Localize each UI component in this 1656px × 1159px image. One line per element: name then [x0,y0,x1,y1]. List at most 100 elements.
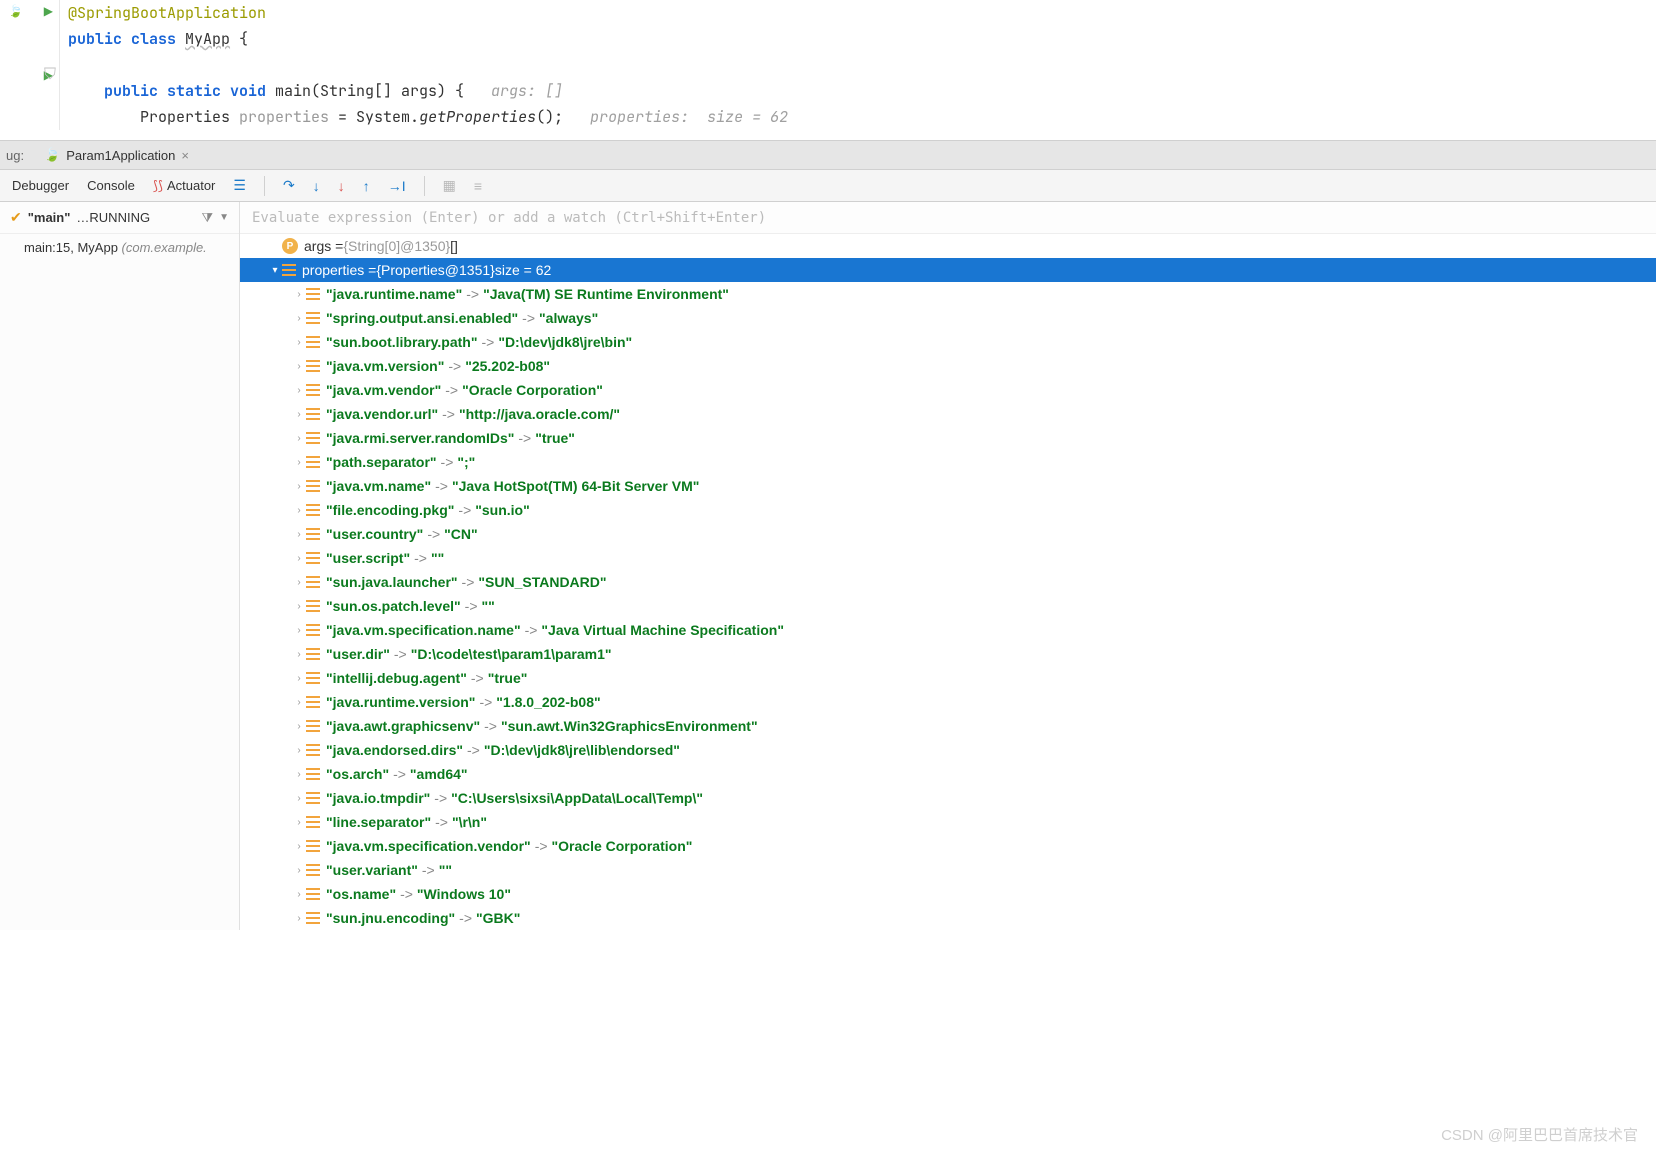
map-entry-row[interactable]: ›"sun.jnu.encoding" -> "GBK" [240,906,1656,930]
chevron-right-icon[interactable]: › [292,841,306,852]
debug-toolbar: Debugger Console ⟆⟆ Actuator ☰ ↷ ↓ ↓ ↑ →… [0,170,1656,202]
var-properties-row[interactable]: ▾ properties = {Properties@1351} size = … [240,258,1656,282]
entry-key: "sun.os.patch.level" [326,598,461,614]
toolbar-separator-2 [424,176,425,196]
run-class-icon[interactable]: ▶ [44,4,53,18]
thread-dropdown-icon[interactable]: ▼ [219,212,229,223]
chevron-right-icon[interactable]: › [292,745,306,756]
chevron-right-icon[interactable]: › [292,865,306,876]
chevron-right-icon[interactable]: › [292,409,306,420]
map-entry-row[interactable]: ›"path.separator" -> ";" [240,450,1656,474]
map-entry-row[interactable]: ›"user.country" -> "CN" [240,522,1656,546]
force-step-into-icon[interactable]: ↓ [338,178,345,194]
chevron-right-icon[interactable]: › [292,697,306,708]
arrow-separator: -> [418,862,439,878]
tab-actuator[interactable]: ⟆⟆ Actuator [153,178,216,194]
arrow-separator: -> [514,430,535,446]
chevron-right-icon[interactable]: › [292,793,306,804]
var-args-row[interactable]: P args = {String[0]@1350} [] [240,234,1656,258]
arrow-separator: -> [461,598,482,614]
run-prefix: ug: [6,148,24,163]
chevron-right-icon[interactable]: › [292,553,306,564]
map-entry-row[interactable]: ›"intellij.debug.agent" -> "true" [240,666,1656,690]
map-entry-row[interactable]: ›"java.vm.specification.vendor" -> "Orac… [240,834,1656,858]
chevron-right-icon[interactable]: › [292,529,306,540]
map-entry-row[interactable]: ›"os.name" -> "Windows 10" [240,882,1656,906]
map-entry-row[interactable]: ›"java.vm.vendor" -> "Oracle Corporation… [240,378,1656,402]
map-entry-row[interactable]: ›"java.endorsed.dirs" -> "D:\dev\jdk8\jr… [240,738,1656,762]
threads-icon[interactable]: ☰ [233,177,246,194]
map-entry-row[interactable]: ›"java.runtime.name" -> "Java(TM) SE Run… [240,282,1656,306]
chevron-right-icon[interactable]: › [292,433,306,444]
step-over-icon[interactable]: ↷ [283,177,295,194]
run-to-cursor-icon[interactable]: →I [388,178,406,194]
arrow-separator: -> [458,574,479,590]
entry-icon [306,816,320,828]
tab-console[interactable]: Console [87,178,135,193]
chevron-right-icon[interactable]: › [292,481,306,492]
map-entry-row[interactable]: ›"sun.os.patch.level" -> "" [240,594,1656,618]
map-entry-row[interactable]: ›"spring.output.ansi.enabled" -> "always… [240,306,1656,330]
code-content[interactable]: @SpringBootApplication public class MyAp… [60,0,1656,130]
entry-value: "Oracle Corporation" [552,838,693,854]
evaluate-icon[interactable]: ▦ [443,177,456,194]
entry-key: "user.variant" [326,862,418,878]
entry-key: "os.arch" [326,766,389,782]
chevron-right-icon[interactable]: › [292,601,306,612]
map-entry-row[interactable]: ›"java.vm.specification.name" -> "Java V… [240,618,1656,642]
thread-selector[interactable]: ✔ "main" …RUNNING ⧩ ▼ [0,202,239,234]
entry-key: "java.runtime.version" [326,694,475,710]
chevron-right-icon[interactable]: › [292,577,306,588]
chevron-right-icon[interactable]: › [292,385,306,396]
chevron-right-icon[interactable]: › [292,913,306,924]
chevron-right-icon[interactable]: › [292,289,306,300]
map-entry-row[interactable]: ›"java.vm.name" -> "Java HotSpot(TM) 64-… [240,474,1656,498]
map-entry-row[interactable]: ›"sun.boot.library.path" -> "D:\dev\jdk8… [240,330,1656,354]
evaluate-input[interactable]: Evaluate expression (Enter) or add a wat… [252,210,1644,226]
run-tab[interactable]: 🍃 Param1Application × [36,143,197,167]
map-entry-row[interactable]: ›"os.arch" -> "amd64" [240,762,1656,786]
map-entry-row[interactable]: ›"java.awt.graphicsenv" -> "sun.awt.Win3… [240,714,1656,738]
chevron-down-icon[interactable]: ▾ [268,265,282,276]
filter-icon[interactable]: ⧩ [201,210,213,226]
map-entry-row[interactable]: ›"file.encoding.pkg" -> "sun.io" [240,498,1656,522]
entry-key: "java.vendor.url" [326,406,438,422]
close-tab-icon[interactable]: × [181,148,189,163]
chevron-right-icon[interactable]: › [292,673,306,684]
chevron-right-icon[interactable]: › [292,361,306,372]
chevron-right-icon[interactable]: › [292,337,306,348]
entry-value: "" [431,550,444,566]
arrow-separator: -> [431,814,452,830]
stack-frame-row[interactable]: main:15, MyApp (com.example. [0,234,239,261]
map-entry-row[interactable]: ›"java.io.tmpdir" -> "C:\Users\sixsi\App… [240,786,1656,810]
arrow-separator: -> [396,886,417,902]
trace-icon[interactable]: ≡ [474,178,482,194]
map-entry-row[interactable]: ›"user.script" -> "" [240,546,1656,570]
tab-debugger[interactable]: Debugger [12,178,69,193]
chevron-right-icon[interactable]: › [292,457,306,468]
evaluate-bar[interactable]: Evaluate expression (Enter) or add a wat… [240,202,1656,234]
chevron-right-icon[interactable]: › [292,649,306,660]
step-out-icon[interactable]: ↑ [363,178,370,194]
chevron-right-icon[interactable]: › [292,505,306,516]
entry-value: "\r\n" [452,814,487,830]
chevron-right-icon[interactable]: › [292,889,306,900]
map-entry-row[interactable]: ›"sun.java.launcher" -> "SUN_STANDARD" [240,570,1656,594]
entry-value: "GBK" [476,910,520,926]
map-entry-row[interactable]: ›"java.vm.version" -> "25.202-b08" [240,354,1656,378]
chevron-right-icon[interactable]: › [292,313,306,324]
map-entry-row[interactable]: ›"user.dir" -> "D:\code\test\param1\para… [240,642,1656,666]
map-entry-row[interactable]: ›"java.runtime.version" -> "1.8.0_202-b0… [240,690,1656,714]
chevron-right-icon[interactable]: › [292,769,306,780]
map-entry-row[interactable]: ›"java.vendor.url" -> "http://java.oracl… [240,402,1656,426]
step-into-icon[interactable]: ↓ [313,178,320,194]
entry-icon [306,672,320,684]
entry-value: "C:\Users\sixsi\AppData\Local\Temp\" [451,790,703,806]
chevron-right-icon[interactable]: › [292,721,306,732]
map-entry-row[interactable]: ›"java.rmi.server.randomIDs" -> "true" [240,426,1656,450]
map-entry-row[interactable]: ›"user.variant" -> "" [240,858,1656,882]
chevron-right-icon[interactable]: › [292,625,306,636]
entry-key: "java.endorsed.dirs" [326,742,463,758]
map-entry-row[interactable]: ›"line.separator" -> "\r\n" [240,810,1656,834]
chevron-right-icon[interactable]: › [292,817,306,828]
